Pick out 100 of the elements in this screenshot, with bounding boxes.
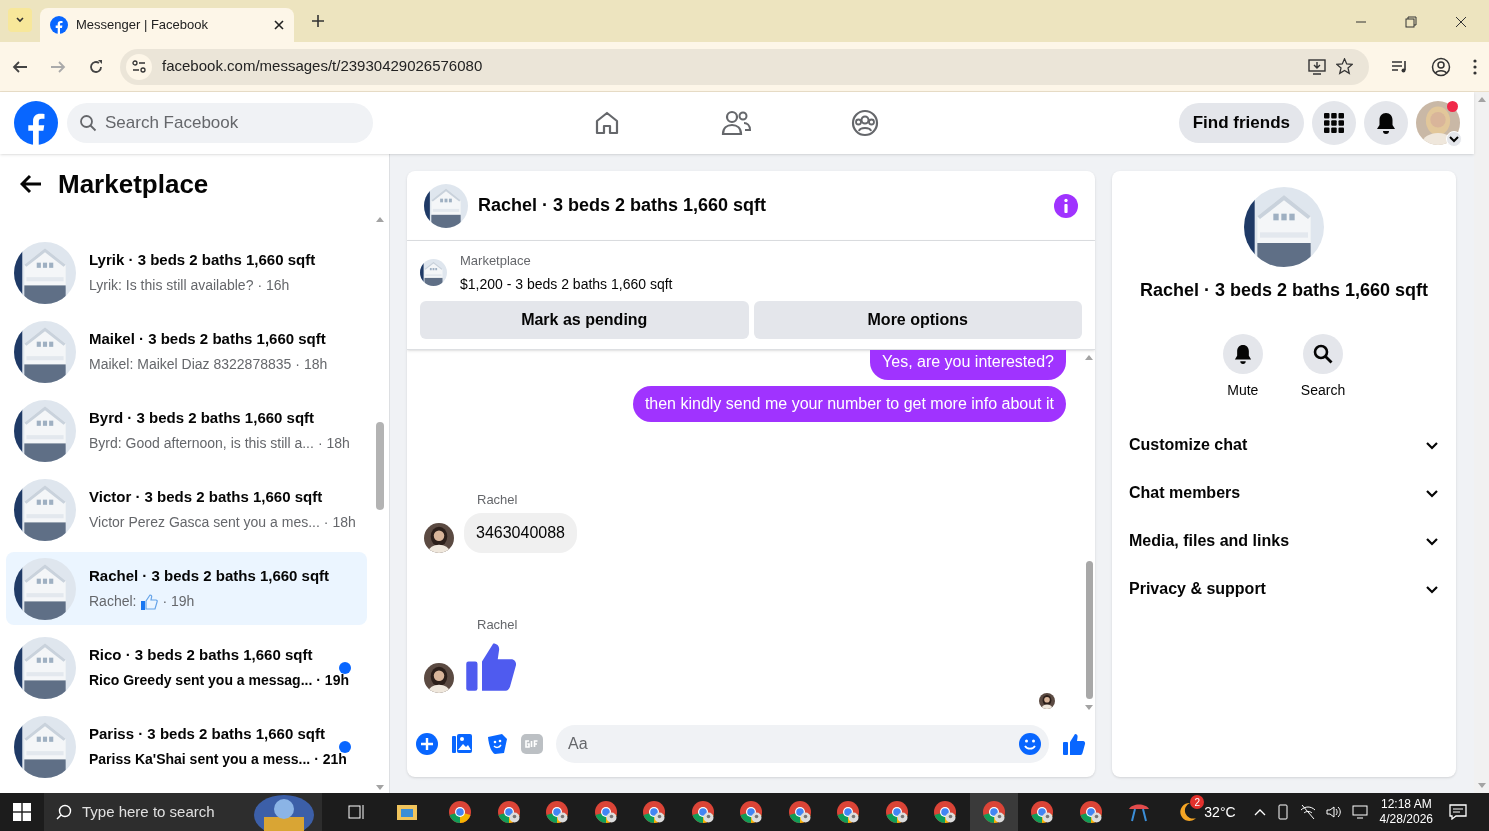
- search-icon: [1313, 344, 1333, 364]
- back-icon[interactable]: [12, 58, 28, 75]
- emoji-icon[interactable]: [1018, 732, 1042, 756]
- restore-icon[interactable]: [1405, 16, 1417, 28]
- chevron-up-icon[interactable]: [1253, 808, 1266, 816]
- taskbar-search[interactable]: Type here to search: [44, 793, 322, 831]
- facebook-logo[interactable]: [14, 101, 58, 145]
- chrome-icon[interactable]: [933, 800, 958, 824]
- section-row[interactable]: Media, files and links: [1120, 517, 1448, 565]
- display-icon[interactable]: [1351, 805, 1368, 819]
- back-arrow-icon[interactable]: [20, 174, 42, 194]
- info-icon[interactable]: [1054, 193, 1078, 218]
- message-time: · 19h: [316, 671, 349, 691]
- network-off-icon[interactable]: [1299, 804, 1316, 820]
- site-settings-icon[interactable]: [132, 59, 146, 74]
- file-explorer-icon[interactable]: [396, 802, 418, 822]
- message-preview: Lyrik: Is this still available?: [89, 276, 254, 296]
- chrome-icon[interactable]: [690, 800, 715, 824]
- media-control-icon[interactable]: [1391, 58, 1409, 75]
- action-label: Mute: [1227, 381, 1259, 400]
- bell-icon: [1233, 344, 1252, 364]
- reload-icon[interactable]: [88, 58, 104, 75]
- section-row[interactable]: Privacy & support: [1120, 565, 1448, 613]
- conversation-title: Lyrik · 3 beds 2 baths 1,660 sqft: [89, 249, 317, 270]
- plus-icon[interactable]: [416, 733, 438, 755]
- bell-icon: [1376, 112, 1396, 134]
- message-preview: Pariss Ka'Shai sent you a mess...: [89, 750, 311, 770]
- thumbs-up-icon[interactable]: [1062, 732, 1086, 756]
- message-time: · 18h: [295, 355, 328, 375]
- home-icon[interactable]: [593, 109, 621, 137]
- groups-icon[interactable]: [851, 109, 879, 137]
- windows-icon[interactable]: [13, 803, 31, 821]
- chrome-icon[interactable]: [836, 800, 861, 824]
- chrome-icon[interactable]: [1030, 800, 1055, 824]
- conversation-title: Maikel · 3 beds 2 baths 1,660 sqft: [89, 328, 327, 349]
- chrome-icon[interactable]: [787, 800, 812, 824]
- notifications-button[interactable]: [1364, 101, 1408, 145]
- action-button[interactable]: Mark as pending: [420, 300, 749, 339]
- chrome-icon[interactable]: [448, 800, 473, 824]
- listing-summary: $1,200 - 3 beds 2 baths 1,660 sqft: [460, 274, 673, 294]
- message-preview: Maikel: Maikel Diaz 8322878835: [89, 355, 292, 375]
- chrome-icon[interactable]: [642, 800, 667, 824]
- chrome-icon[interactable]: [1078, 800, 1103, 824]
- mute-button[interactable]: [1222, 334, 1263, 374]
- grid-icon: [1324, 113, 1344, 133]
- phone-icon[interactable]: [1275, 804, 1290, 820]
- menu-button[interactable]: [1312, 101, 1356, 145]
- message-time: · 18h: [317, 434, 350, 454]
- tab-list-button[interactable]: [8, 8, 32, 32]
- search-field[interactable]: Search Facebook: [67, 103, 373, 143]
- message-time: · 19h: [162, 592, 195, 612]
- chrome-icon[interactable]: [981, 800, 1006, 824]
- close-icon[interactable]: [1455, 16, 1467, 28]
- image-icon[interactable]: [451, 733, 473, 755]
- conversation-item[interactable]: Byrd · 3 beds 2 baths 1,660 sqft Byrd: Good afternoon, is this still a... · 18h: [6, 394, 367, 467]
- chrome-icon[interactable]: [545, 800, 570, 824]
- conversation-item[interactable]: Lyrik · 3 beds 2 baths 1,660 sqft Lyrik: Is this still available? · 16h: [6, 236, 367, 309]
- sent-message: then kindly send me your number to get more info about it: [632, 385, 1066, 422]
- search-placeholder: Type here to search: [82, 801, 215, 822]
- address-bar[interactable]: facebook.com/messages/t/23930429026576080: [120, 48, 1369, 85]
- message-preview: Victor Perez Gasca sent you a mes...: [89, 513, 320, 533]
- scrollbar-thumb[interactable]: [376, 422, 384, 510]
- section-row[interactable]: Customize chat: [1120, 421, 1448, 469]
- message-time: · 18h: [323, 513, 356, 533]
- friends-icon[interactable]: [721, 109, 751, 137]
- action-label: Search: [1300, 381, 1346, 400]
- facebook-icon: [50, 16, 68, 34]
- new-tab-icon[interactable]: [312, 15, 324, 27]
- close-icon[interactable]: [274, 20, 284, 30]
- action-button[interactable]: More options: [753, 300, 1082, 339]
- profile-icon[interactable]: [1431, 56, 1451, 77]
- tab-title: Messenger | Facebook: [76, 16, 209, 35]
- conversation-item[interactable]: Pariss · 3 beds 2 baths 1,660 sqft Pariss Ka'Shai sent you a mess... · 21h: [6, 710, 367, 783]
- chrome-icon[interactable]: [593, 800, 618, 824]
- conversation-item[interactable]: Rico · 3 beds 2 baths 1,660 sqft Rico Greedy sent you a messag... · 19h: [6, 631, 367, 704]
- conversation-item[interactable]: Rachel · 3 beds 2 baths 1,660 sqft Rachel: · 19h: [6, 552, 367, 625]
- browser-tab[interactable]: Messenger | Facebook: [40, 8, 294, 42]
- install-icon[interactable]: [1308, 58, 1326, 75]
- chrome-icon[interactable]: [884, 800, 909, 824]
- section-row[interactable]: Chat members: [1120, 469, 1448, 517]
- sender-name: Rachel: [477, 616, 519, 634]
- chrome-icon[interactable]: [739, 800, 764, 824]
- volume-icon[interactable]: [1325, 804, 1342, 820]
- conversation-item[interactable]: Maikel · 3 beds 2 baths 1,660 sqft Maikel: Maikel Diaz 8322878835 · 18h: [6, 315, 367, 388]
- search-button[interactable]: [1303, 334, 1343, 374]
- chat-title: Rachel · 3 beds 2 baths 1,660 sqft: [478, 194, 768, 217]
- message-input[interactable]: Aa: [556, 725, 1049, 763]
- message-time: · 21h: [314, 750, 347, 770]
- search-icon: [79, 114, 97, 132]
- star-icon[interactable]: [1336, 58, 1353, 75]
- conversation-item[interactable]: Victor · 3 beds 2 baths 1,660 sqft Victor Perez Gasca sent you a mes... · 18h: [6, 473, 367, 546]
- sticker-icon[interactable]: [486, 733, 508, 755]
- chevron-down-icon: [15, 15, 25, 25]
- sent-message: Yes, are you interested?: [870, 349, 1066, 380]
- menu-icon[interactable]: [1473, 58, 1477, 75]
- find-friends-button[interactable]: Find friends: [1178, 103, 1304, 143]
- task-view-icon[interactable]: [348, 803, 366, 821]
- scrollbar-thumb[interactable]: [1085, 561, 1093, 699]
- notifications-icon[interactable]: [1449, 804, 1467, 820]
- chrome-icon[interactable]: [496, 800, 521, 824]
